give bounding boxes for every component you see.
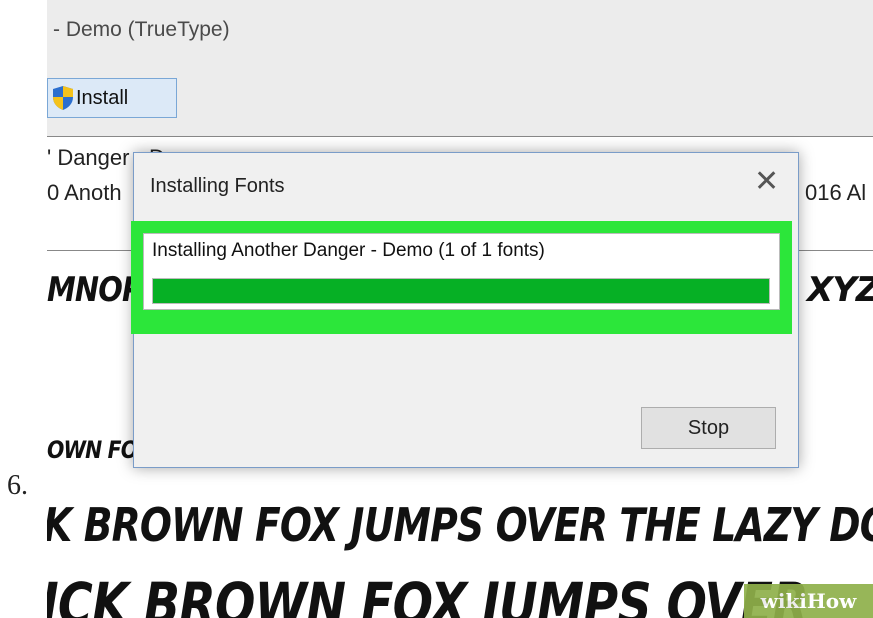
installing-fonts-dialog: Installing Fonts ✕ Installing Another Da… <box>131 152 799 468</box>
progress-bar <box>152 278 770 304</box>
preview-row-3: K BROWN FOX JUMPS OVER THE LAZY DOG <box>47 498 873 552</box>
toolbar: Install <box>47 62 873 137</box>
window-title: - Demo (TrueType) <box>53 18 230 41</box>
install-button[interactable]: Install <box>47 78 177 118</box>
highlight-box: Installing Another Danger - Demo (1 of 1… <box>131 221 792 334</box>
preview-row-1-right: XYZ <box>807 270 873 310</box>
font-version-line-right: 016 Al <box>805 180 867 205</box>
window-titlebar: - Demo (TrueType) <box>47 0 873 62</box>
close-icon[interactable]: ✕ <box>754 167 779 197</box>
install-button-label: Install <box>76 86 129 109</box>
wikihow-watermark: wikiHow <box>744 584 873 618</box>
step-number: 6. <box>7 470 28 501</box>
progress-panel: Installing Another Danger - Demo (1 of 1… <box>143 233 780 310</box>
uac-shield-icon <box>53 86 73 110</box>
progress-bar-fill <box>153 279 769 303</box>
stop-button[interactable]: Stop <box>641 407 776 449</box>
install-status-text: Installing Another Danger - Demo (1 of 1… <box>152 240 545 261</box>
dialog-title: Installing Fonts <box>150 175 285 197</box>
preview-row-4: ICK BROWN FOX JUMPS OVER <box>47 570 809 618</box>
font-version-line: 0 Anoth <box>47 180 122 205</box>
